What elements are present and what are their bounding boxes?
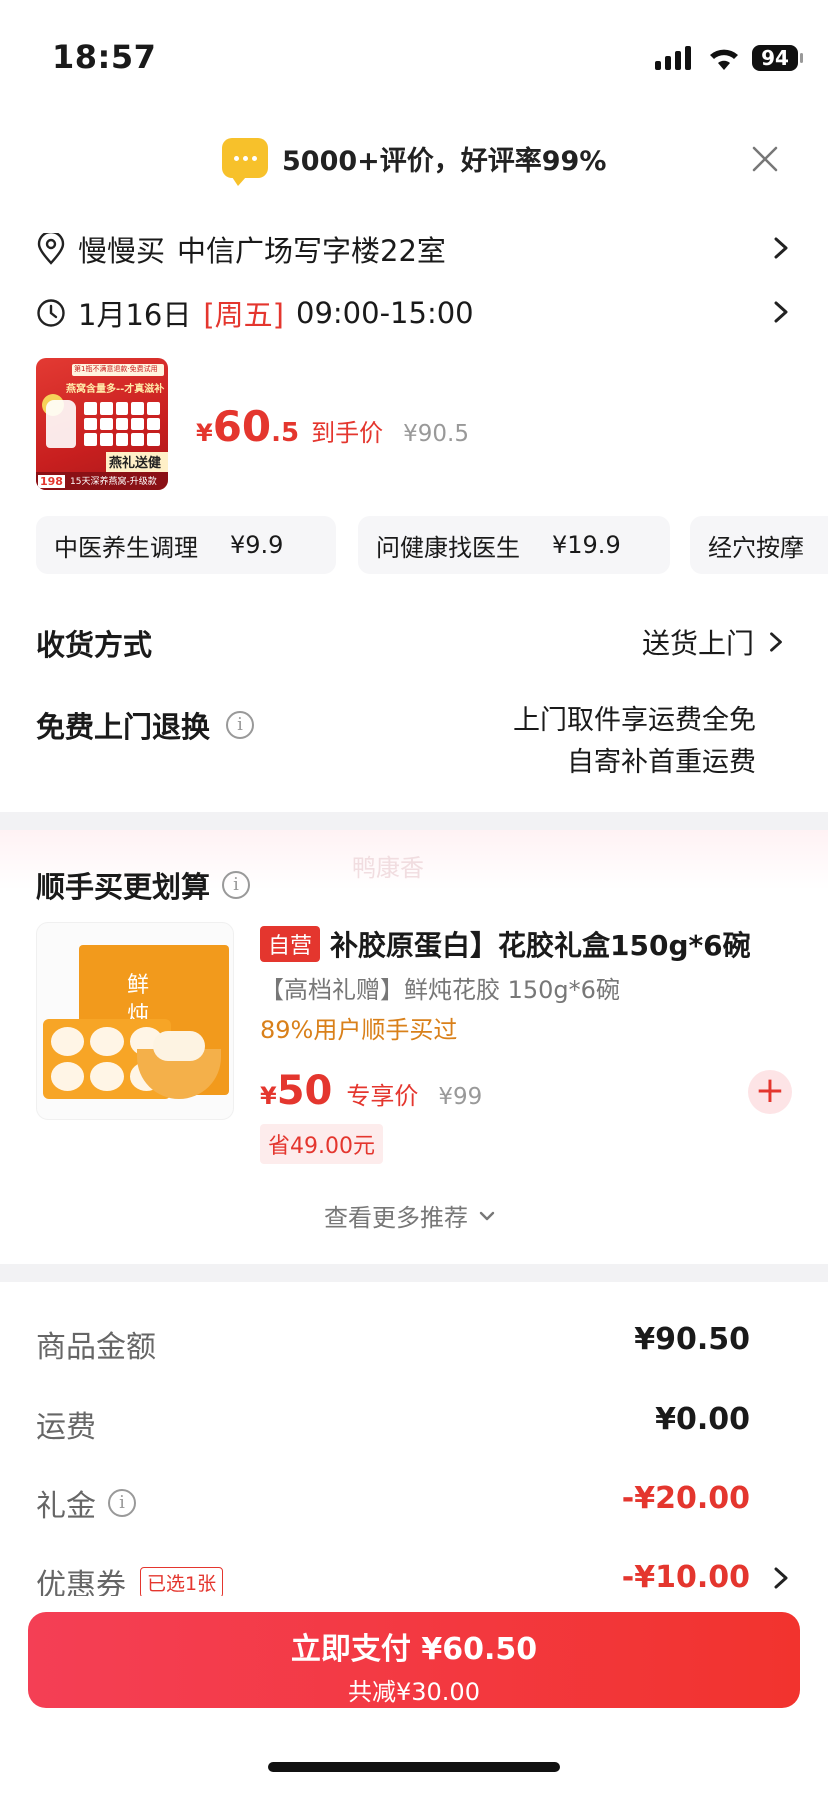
- service-card[interactable]: 问健康找医生 ¥19.9: [358, 516, 670, 574]
- bundle-price-value: 50: [276, 1068, 333, 1114]
- return-service-row: 免费上门退换 i: [36, 704, 255, 746]
- wifi-icon: [710, 49, 738, 70]
- signal-icon: [655, 44, 691, 70]
- price-label: 到手价: [311, 419, 384, 447]
- coupon-chevron-right-icon[interactable]: [770, 1567, 792, 1589]
- shipping-label: 收货方式: [36, 628, 153, 662]
- review-text: 5000+评价，好评率99%: [282, 145, 607, 177]
- service-name: 问健康找医生: [376, 533, 520, 562]
- bundle-original-price: ¥99: [438, 1084, 483, 1110]
- more-recommendations-link[interactable]: 查看更多推荐: [324, 1198, 496, 1233]
- bundle-price-label: 专享价: [346, 1082, 419, 1110]
- thumb-price: 198: [38, 475, 65, 488]
- address-text: 中信广场写字楼22室: [177, 234, 446, 268]
- delivery-time-row[interactable]: 1月16日 [周五] 09:00-15:00: [36, 292, 474, 334]
- self-operated-tag: 自营: [260, 926, 321, 962]
- return-policy: 上门取件享运费全免 自寄补首重运费: [513, 700, 756, 784]
- checkout-page: 18:57 94 5000+评价，好评率99% 慢慢买 中信广场写字楼22室 1…: [0, 0, 828, 1793]
- return-label: 免费上门退换: [36, 710, 211, 744]
- goods-amount-label: 商品金额: [36, 1330, 156, 1365]
- more-label: 查看更多推荐: [324, 1204, 468, 1232]
- thumb-badge: 第1瓶不满意退款·免费试用: [72, 364, 164, 376]
- service-name: 经穴按摩: [708, 533, 804, 562]
- bundle-header: 顺手买更划算 i: [36, 864, 251, 906]
- dessert: [153, 1031, 205, 1061]
- social-proof: 89%用户顺手买过: [260, 1016, 458, 1044]
- bundle-product-title[interactable]: 自营 补胶原蛋白】花胶礼盒150g*6碗: [260, 924, 751, 964]
- review-banner[interactable]: 5000+评价，好评率99%: [222, 138, 607, 186]
- location-pin-icon: [37, 233, 65, 265]
- coupon-value: -¥10.00: [621, 1560, 750, 1595]
- clock-icon: [37, 299, 65, 327]
- status-time: 18:57: [52, 38, 157, 76]
- product-thumbnail: 第1瓶不满意退款·免费试用 燕窝含量多--才真滋补 燕礼送健康 198 15天深…: [36, 358, 168, 490]
- home-indicator[interactable]: [268, 1762, 560, 1772]
- service-card[interactable]: 中医养生调理 ¥9.9: [36, 516, 336, 574]
- add-to-order-button[interactable]: +: [748, 1070, 792, 1114]
- pay-sub-label: 共减¥30.00: [348, 1678, 480, 1706]
- summary-price: ¥ 60 .5 到手价 ¥90.5: [196, 402, 469, 451]
- service-card[interactable]: 经穴按摩: [690, 516, 828, 574]
- bundle-price: ¥ 50 专享价 ¥99: [260, 1068, 482, 1114]
- return-line-1: 上门取件享运费全免: [513, 705, 756, 736]
- service-name: 中医养生调理: [54, 533, 198, 562]
- bundle-product-image[interactable]: 鲜炖花胶: [36, 922, 234, 1120]
- recipient-name: 慢慢买: [78, 234, 166, 268]
- shipping-selector[interactable]: 送货上门: [642, 622, 786, 662]
- savings-tag: 省49.00元: [260, 1124, 383, 1164]
- chevron-down-icon: [479, 1211, 495, 1220]
- pay-now-button[interactable]: 立即支付 ¥60.50 共减¥30.00: [28, 1612, 800, 1708]
- thumb-headline: 燕窝含量多--才真滋补: [66, 384, 165, 395]
- chat-bubble-icon: [222, 138, 268, 186]
- bundle-watermark: 鸭康香: [352, 854, 424, 882]
- thumb-grid: [84, 402, 160, 446]
- service-price: ¥19.9: [552, 531, 621, 559]
- return-line-2: 自寄补首重运费: [567, 747, 756, 778]
- battery-indicator: 94: [752, 45, 798, 71]
- price-currency: ¥: [196, 419, 213, 447]
- shipping-chevron-right-icon: [770, 632, 782, 652]
- original-price: ¥90.5: [403, 421, 469, 447]
- battery-tip: [800, 53, 803, 63]
- goods-amount-value: ¥90.50: [634, 1322, 750, 1357]
- price-integer: 60: [212, 402, 272, 451]
- info-icon[interactable]: i: [226, 711, 255, 739]
- delivery-weekday: [周五]: [203, 298, 284, 332]
- price-decimal: .5: [271, 418, 300, 448]
- gift-money-value: -¥20.00: [621, 1481, 750, 1516]
- freight-value: ¥0.00: [655, 1402, 750, 1437]
- section-divider: [0, 1264, 828, 1282]
- freight-label: 运费: [36, 1410, 96, 1445]
- delivery-window: 09:00-15:00: [296, 296, 474, 330]
- gift-money-label: 礼金: [36, 1489, 96, 1524]
- service-price: ¥9.9: [230, 531, 284, 559]
- address-chevron-right-icon[interactable]: [770, 237, 792, 259]
- thumb-jar: [46, 400, 76, 448]
- coupon-selected-tag: 已选1张: [140, 1566, 224, 1598]
- info-icon[interactable]: i: [222, 871, 251, 899]
- pay-main-label: 立即支付 ¥60.50: [290, 1632, 538, 1667]
- bundle-title: 顺手买更划算: [36, 870, 211, 904]
- info-icon[interactable]: i: [108, 1489, 136, 1517]
- product-name: 补胶原蛋白】花胶礼盒150g*6碗: [330, 929, 751, 962]
- time-chevron-right-icon[interactable]: [770, 301, 792, 323]
- section-divider: [0, 812, 828, 830]
- thumb-footer: 15天深养燕窝-升级款: [70, 477, 157, 487]
- bundle-price-currency: ¥: [260, 1082, 277, 1110]
- address-row[interactable]: 慢慢买 中信广场写字楼22室: [36, 228, 446, 270]
- close-icon[interactable]: [748, 142, 782, 176]
- delivery-date: 1月16日: [78, 298, 192, 332]
- gift-money-row: 礼金 i: [36, 1481, 136, 1525]
- shipping-value: 送货上门: [641, 627, 754, 660]
- product-subtitle: 【高档礼赠】鲜炖花胶 150g*6碗: [260, 976, 620, 1004]
